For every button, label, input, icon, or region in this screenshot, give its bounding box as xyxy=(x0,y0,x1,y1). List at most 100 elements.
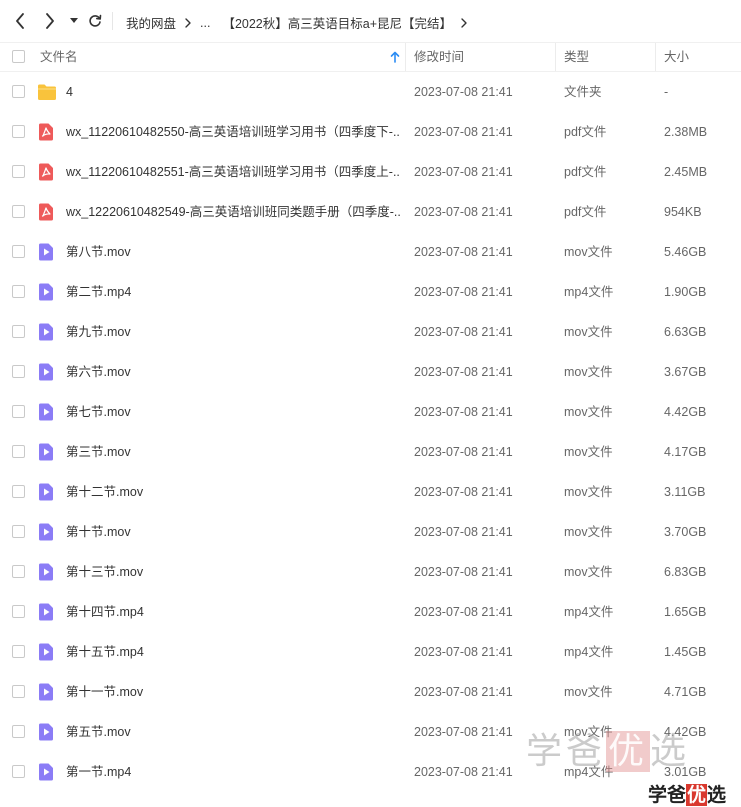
file-size: 2.45MB xyxy=(664,165,708,179)
table-row[interactable]: 第十节.mov 2023-07-08 21:41 mov文件 3.70GB xyxy=(0,512,741,552)
header-modified[interactable]: 修改时间 xyxy=(414,43,464,71)
file-name[interactable]: 第七节.mov xyxy=(66,392,401,432)
video-icon xyxy=(37,643,55,661)
select-all-checkbox[interactable] xyxy=(12,50,25,63)
row-checkbox[interactable] xyxy=(12,525,25,538)
file-size: 3.11GB xyxy=(664,485,706,499)
row-checkbox[interactable] xyxy=(12,125,25,138)
file-name[interactable]: 第十四节.mp4 xyxy=(66,592,401,632)
refresh-button[interactable] xyxy=(87,10,103,32)
row-checkbox[interactable] xyxy=(12,205,25,218)
back-button[interactable] xyxy=(12,10,28,32)
video-icon xyxy=(37,323,55,341)
header-divider[interactable] xyxy=(555,43,556,71)
file-modified: 2023-07-08 21:41 xyxy=(414,445,513,459)
video-icon xyxy=(37,523,55,541)
file-type: mov文件 xyxy=(564,405,613,419)
logo-text-a: 学爸 xyxy=(648,784,687,806)
row-checkbox[interactable] xyxy=(12,605,25,618)
row-checkbox[interactable] xyxy=(12,325,25,338)
file-name[interactable]: wx_11220610482550-高三英语培训班学习用书（四季度下-... xyxy=(66,112,401,152)
row-checkbox[interactable] xyxy=(12,445,25,458)
file-name[interactable]: 第三节.mov xyxy=(66,432,401,472)
file-type: pdf文件 xyxy=(564,205,607,219)
row-checkbox[interactable] xyxy=(12,765,25,778)
file-type: pdf文件 xyxy=(564,165,607,179)
row-checkbox[interactable] xyxy=(12,165,25,178)
table-row[interactable]: 第十二节.mov 2023-07-08 21:41 mov文件 3.11GB xyxy=(0,472,741,512)
row-checkbox[interactable] xyxy=(12,685,25,698)
file-name[interactable]: 第八节.mov xyxy=(66,232,401,272)
row-checkbox[interactable] xyxy=(12,285,25,298)
table-row[interactable]: 第六节.mov 2023-07-08 21:41 mov文件 3.67GB xyxy=(0,352,741,392)
table-row[interactable]: 第八节.mov 2023-07-08 21:41 mov文件 5.46GB xyxy=(0,232,741,272)
table-row[interactable]: 第九节.mov 2023-07-08 21:41 mov文件 6.63GB xyxy=(0,312,741,352)
breadcrumb: 我的网盘 ... 【2022秋】高三英语目标a+昆尼【完结】 xyxy=(126,13,476,32)
arrow-up-icon[interactable] xyxy=(390,51,400,63)
file-size: 1.45GB xyxy=(664,645,707,659)
table-row[interactable]: 第十一节.mov 2023-07-08 21:41 mov文件 4.71GB xyxy=(0,672,741,712)
breadcrumb-more-icon[interactable] xyxy=(461,17,467,28)
file-name[interactable]: 第十五节.mp4 xyxy=(66,632,401,672)
file-name[interactable]: 第二节.mp4 xyxy=(66,272,401,312)
table-row[interactable]: 第三节.mov 2023-07-08 21:41 mov文件 4.17GB xyxy=(0,432,741,472)
breadcrumb-root[interactable]: 我的网盘 xyxy=(126,13,176,32)
video-icon xyxy=(37,443,55,461)
file-name[interactable]: 第六节.mov xyxy=(66,352,401,392)
file-name[interactable]: 第一节.mp4 xyxy=(66,752,401,792)
file-name[interactable]: 第十二节.mov xyxy=(66,472,401,512)
logo: 学爸优选 xyxy=(648,780,726,807)
row-checkbox[interactable] xyxy=(12,405,25,418)
header-divider[interactable] xyxy=(405,43,406,71)
forward-button[interactable] xyxy=(42,10,58,32)
table-row[interactable]: 第十三节.mov 2023-07-08 21:41 mov文件 6.83GB xyxy=(0,552,741,592)
file-name[interactable]: 第十一节.mov xyxy=(66,672,401,712)
file-name[interactable]: 第十节.mov xyxy=(66,512,401,552)
video-icon xyxy=(37,603,55,621)
row-checkbox[interactable] xyxy=(12,365,25,378)
table-row[interactable]: 第七节.mov 2023-07-08 21:41 mov文件 4.42GB xyxy=(0,392,741,432)
file-modified: 2023-07-08 21:41 xyxy=(414,165,513,179)
file-type: mp4文件 xyxy=(564,645,614,659)
row-checkbox[interactable] xyxy=(12,85,25,98)
file-name[interactable]: 4 xyxy=(66,72,401,112)
header-size[interactable]: 大小 xyxy=(664,43,689,71)
file-modified: 2023-07-08 21:41 xyxy=(414,85,513,99)
row-checkbox[interactable] xyxy=(12,245,25,258)
header-name[interactable]: 文件名 xyxy=(40,43,78,71)
history-dropdown-button[interactable] xyxy=(68,10,80,32)
file-name[interactable]: wx_11220610482551-高三英语培训班学习用书（四季度上-... xyxy=(66,152,401,192)
table-row[interactable]: 第十五节.mp4 2023-07-08 21:41 mp4文件 1.45GB xyxy=(0,632,741,672)
logo-text-c: 选 xyxy=(707,784,727,806)
table-row[interactable]: wx_11220610482550-高三英语培训班学习用书（四季度下-... 20… xyxy=(0,112,741,152)
row-checkbox[interactable] xyxy=(12,565,25,578)
table-row[interactable]: 第十四节.mp4 2023-07-08 21:41 mp4文件 1.65GB xyxy=(0,592,741,632)
header-type[interactable]: 类型 xyxy=(564,43,589,71)
file-size: 954KB xyxy=(664,205,702,219)
file-name[interactable]: wx_12220610482549-高三英语培训班同类题手册（四季度-... xyxy=(66,192,401,232)
table-row[interactable]: 4 2023-07-08 21:41 文件夹 - xyxy=(0,72,741,112)
header-divider[interactable] xyxy=(655,43,656,71)
row-checkbox[interactable] xyxy=(12,725,25,738)
file-size: 1.90GB xyxy=(664,285,707,299)
chevron-right-icon xyxy=(46,13,54,29)
file-size: 4.17GB xyxy=(664,445,707,459)
file-name[interactable]: 第九节.mov xyxy=(66,312,401,352)
table-row[interactable]: wx_12220610482549-高三英语培训班同类题手册（四季度-... 20… xyxy=(0,192,741,232)
pdf-icon xyxy=(37,203,55,221)
folder-icon xyxy=(37,83,56,101)
file-name[interactable]: 第五节.mov xyxy=(66,712,401,752)
table-row[interactable]: wx_11220610482551-高三英语培训班学习用书（四季度上-... 20… xyxy=(0,152,741,192)
caret-down-icon xyxy=(70,18,78,23)
breadcrumb-current[interactable]: 【2022秋】高三英语目标a+昆尼【完结】 xyxy=(222,13,452,32)
breadcrumb-ellipsis[interactable]: ... xyxy=(200,16,210,30)
pdf-icon xyxy=(37,123,55,141)
row-checkbox[interactable] xyxy=(12,485,25,498)
file-name[interactable]: 第十三节.mov xyxy=(66,552,401,592)
file-size: 4.42GB xyxy=(664,405,707,419)
table-row[interactable]: 第二节.mp4 2023-07-08 21:41 mp4文件 1.90GB xyxy=(0,272,741,312)
file-type: 文件夹 xyxy=(564,85,602,99)
row-checkbox[interactable] xyxy=(12,645,25,658)
file-modified: 2023-07-08 21:41 xyxy=(414,605,513,619)
file-type: mov文件 xyxy=(564,445,613,459)
